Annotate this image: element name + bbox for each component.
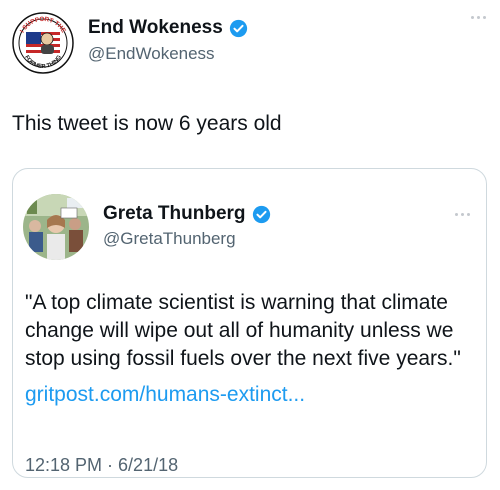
quoted-tweet-timestamp[interactable]: 12:18 PM · 6/21/18 (25, 455, 178, 476)
quoted-tweet-link[interactable]: gritpost.com/humans-extinct... (25, 381, 477, 409)
author-display-name-row[interactable]: End Wokeness (88, 17, 248, 39)
verified-badge-icon (252, 205, 270, 223)
quoted-avatar[interactable] (23, 194, 89, 260)
more-dot (461, 213, 464, 216)
quoted-display-name[interactable]: Greta Thunberg (103, 203, 246, 225)
i-support-former-thing-logo: I SUPPORT THE FORMER THING (12, 12, 74, 74)
more-options-icon[interactable] (471, 16, 486, 19)
author-block: End Wokeness @EndWokeness (88, 17, 248, 64)
more-dot (471, 16, 474, 19)
author-display-name[interactable]: End Wokeness (88, 17, 223, 39)
more-dot (477, 16, 480, 19)
outer-tweet-header: I SUPPORT THE FORMER THING End Wokeness … (12, 12, 488, 76)
quoted-avatar-photo (23, 194, 89, 260)
more-options-icon[interactable] (455, 213, 470, 216)
quoted-tweet-body: "A top climate scientist is warning that… (25, 289, 477, 409)
verified-badge-icon (229, 19, 247, 37)
avatar[interactable]: I SUPPORT THE FORMER THING (12, 12, 74, 74)
quoted-tweet-card[interactable]: Greta Thunberg @GretaThunberg "A top cli… (12, 168, 487, 478)
author-handle[interactable]: @EndWokeness (88, 44, 248, 64)
quoted-display-name-row[interactable]: Greta Thunberg (103, 203, 271, 225)
quoted-author-block: Greta Thunberg @GretaThunberg (103, 203, 271, 249)
more-dot (455, 213, 458, 216)
tweet-text: This tweet is now 6 years old (12, 112, 282, 135)
more-dot (483, 16, 486, 19)
more-dot (467, 213, 470, 216)
quoted-tweet-text: "A top climate scientist is warning that… (25, 291, 461, 370)
quoted-handle[interactable]: @GretaThunberg (103, 229, 271, 249)
